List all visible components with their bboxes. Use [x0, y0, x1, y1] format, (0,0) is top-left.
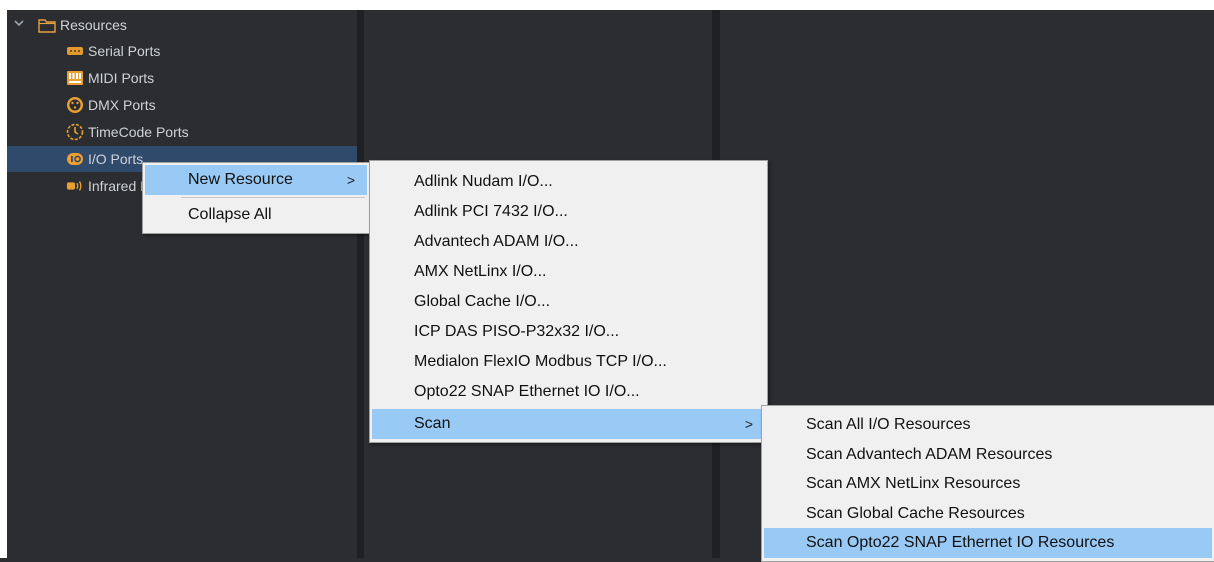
menu-item-label: Global Cache I/O... — [414, 293, 551, 310]
menu-item-scan-global-cache[interactable]: Scan Global Cache Resources — [764, 499, 1212, 529]
tree-item-dmx-ports[interactable]: DMX Ports — [66, 92, 156, 118]
menu-item-label: Scan All I/O Resources — [806, 416, 971, 433]
menu-item-new-resource[interactable]: New Resource > — [145, 165, 367, 195]
panel-splitter-1[interactable] — [357, 10, 364, 558]
context-menu: New Resource > Collapse All — [142, 162, 370, 234]
menu-item-scan-amx[interactable]: Scan AMX NetLinx Resources — [764, 469, 1212, 499]
chevron-down-icon[interactable] — [14, 18, 24, 28]
tree-item-serial-ports[interactable]: Serial Ports — [66, 38, 160, 64]
menu-item-label: Medialon FlexIO Modbus TCP I/O... — [414, 353, 667, 370]
tree-item-label: Serial Ports — [88, 43, 161, 59]
window-left-edge — [0, 0, 7, 558]
menu-item-medialon-flexio[interactable]: Medialon FlexIO Modbus TCP I/O... — [372, 347, 765, 377]
scan-submenu: Scan All I/O Resources Scan Advantech AD… — [761, 405, 1214, 562]
menu-item-adlink-nudam[interactable]: Adlink Nudam I/O... — [372, 167, 765, 197]
menu-item-label: Scan Global Cache Resources — [806, 505, 1025, 522]
tree-item-midi-ports[interactable]: MIDI Ports — [66, 65, 154, 91]
menu-item-advantech-adam[interactable]: Advantech ADAM I/O... — [372, 227, 765, 257]
tree-item-timecode-ports[interactable]: TimeCode Ports — [66, 119, 189, 145]
dmx-port-icon — [66, 97, 84, 113]
infrared-icon — [66, 178, 84, 194]
menu-item-label: Scan AMX NetLinx Resources — [806, 475, 1021, 492]
menu-item-label: New Resource — [188, 171, 293, 188]
tree-item-label: MIDI Ports — [88, 70, 155, 86]
serial-port-icon — [66, 43, 84, 59]
menu-item-opto22[interactable]: Opto22 SNAP Ethernet IO I/O... — [372, 377, 765, 407]
folder-icon — [38, 17, 56, 33]
submenu-arrow-icon: > — [346, 172, 355, 188]
menu-item-adlink-pci[interactable]: Adlink PCI 7432 I/O... — [372, 197, 765, 227]
resource-tree-panel — [7, 10, 357, 558]
menu-item-label: Scan Opto22 SNAP Ethernet IO Resources — [806, 534, 1115, 551]
menu-item-label: Adlink Nudam I/O... — [414, 173, 553, 190]
menu-item-label: AMX NetLinx I/O... — [414, 263, 547, 280]
menu-item-icp-das[interactable]: ICP DAS PISO-P32x32 I/O... — [372, 317, 765, 347]
menu-item-label: Adlink PCI 7432 I/O... — [414, 203, 568, 220]
tree-item-label: DMX Ports — [88, 97, 156, 113]
tree-root-resources[interactable]: Resources — [38, 12, 127, 38]
io-port-icon — [66, 151, 84, 167]
menu-item-label: Advantech ADAM I/O... — [414, 233, 579, 250]
menu-item-global-cache[interactable]: Global Cache I/O... — [372, 287, 765, 317]
menu-item-label: Scan Advantech ADAM Resources — [806, 446, 1053, 463]
menu-item-scan-opto22[interactable]: Scan Opto22 SNAP Ethernet IO Resources — [764, 528, 1212, 558]
midi-port-icon — [66, 70, 84, 86]
tree-root-label: Resources — [60, 17, 127, 33]
window-top-edge — [0, 0, 1214, 10]
tree-item-label: TimeCode Ports — [88, 124, 189, 140]
menu-item-scan[interactable]: Scan > — [372, 409, 765, 439]
submenu-arrow-icon: > — [744, 416, 753, 432]
menu-item-scan-all[interactable]: Scan All I/O Resources — [764, 410, 1212, 440]
menu-item-scan-advantech[interactable]: Scan Advantech ADAM Resources — [764, 440, 1212, 470]
menu-item-label: Collapse All — [188, 206, 272, 223]
timecode-icon — [66, 123, 84, 141]
menu-item-collapse-all[interactable]: Collapse All — [145, 200, 367, 230]
menu-item-label: ICP DAS PISO-P32x32 I/O... — [414, 323, 620, 340]
menu-item-label: Opto22 SNAP Ethernet IO I/O... — [414, 383, 640, 400]
menu-item-amx-netlinx[interactable]: AMX NetLinx I/O... — [372, 257, 765, 287]
new-resource-submenu: Adlink Nudam I/O... Adlink PCI 7432 I/O.… — [369, 160, 768, 443]
tree-item-label: I/O Ports — [88, 151, 144, 167]
menu-item-label: Scan — [414, 415, 451, 432]
menu-separator — [181, 197, 365, 198]
